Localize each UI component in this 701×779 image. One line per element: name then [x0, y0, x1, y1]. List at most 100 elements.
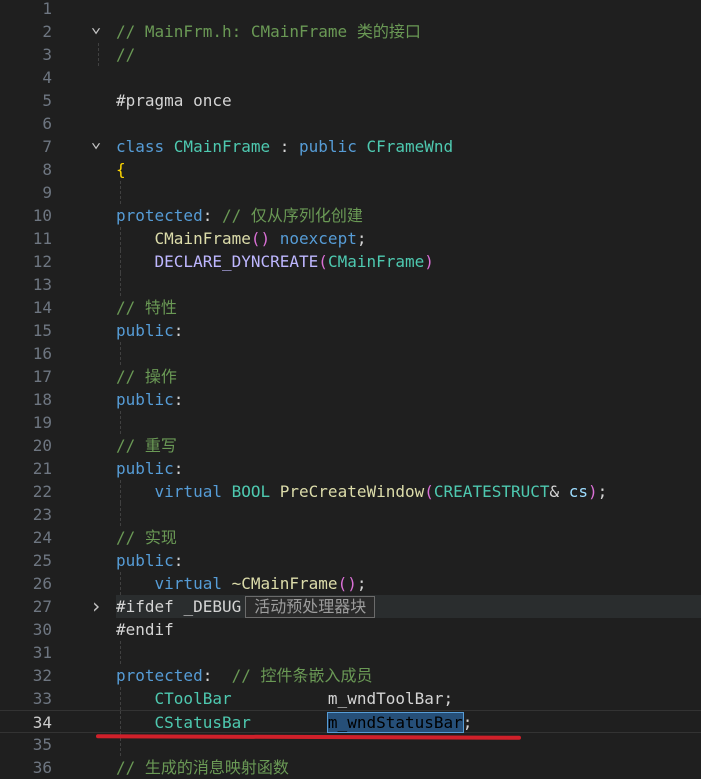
- code-line-3[interactable]: 3 //: [0, 43, 701, 66]
- token: ;: [356, 229, 367, 248]
- line-number: 12: [32, 252, 52, 271]
- code-line-21[interactable]: 21 public:: [0, 457, 701, 480]
- token: #pragma once: [116, 91, 232, 110]
- code-line-13[interactable]: 13: [0, 273, 701, 296]
- code-line-14[interactable]: 14 // 特性: [0, 296, 701, 319]
- code-line-31[interactable]: 31: [0, 641, 701, 664]
- token: // 特性: [116, 298, 177, 317]
- code-line-16[interactable]: 16: [0, 342, 701, 365]
- token: ;: [356, 574, 367, 593]
- code-line-11[interactable]: 11 CMainFrame() noexcept;: [0, 227, 701, 250]
- code-line-30[interactable]: 30 #endif: [0, 618, 701, 641]
- code-line-6[interactable]: 6: [0, 112, 701, 135]
- fold-collapsed-icon[interactable]: ›: [88, 595, 104, 617]
- code-line-25[interactable]: 25 public:: [0, 549, 701, 572]
- token: // MainFrm.h: CMainFrame 类的接口: [116, 22, 421, 41]
- code-line-36[interactable]: 36 // 生成的消息映射函数: [0, 756, 701, 779]
- token: (): [250, 229, 271, 248]
- token: CREATESTRUCT: [433, 482, 550, 501]
- token: PreCreateWindow: [279, 482, 425, 501]
- token: virtual: [154, 482, 232, 501]
- code-line-8[interactable]: 8{: [0, 158, 701, 181]
- indent-guide: [120, 342, 121, 365]
- folded-region-hint[interactable]: 活动预处理器块: [245, 596, 376, 618]
- line-number: 4: [42, 68, 52, 87]
- token: CMainFrame: [154, 229, 251, 248]
- token: :: [270, 137, 300, 156]
- line-number: 35: [32, 735, 52, 754]
- code-line-26[interactable]: 26 virtual ~CMainFrame();: [0, 572, 701, 595]
- code-text: {: [116, 158, 126, 181]
- code-line-22[interactable]: 22 virtual BOOL PreCreateWindow(CREATEST…: [0, 480, 701, 503]
- token: ;: [597, 482, 608, 501]
- code-line-9[interactable]: 9: [0, 181, 701, 204]
- token: DECLARE_DYNCREATE: [154, 252, 319, 271]
- token: // 控件条嵌入成员: [231, 666, 373, 685]
- code-text: // 操作: [116, 365, 177, 388]
- line-number: 32: [32, 666, 52, 685]
- token: virtual: [154, 574, 232, 593]
- code-line-5[interactable]: 5 #pragma once: [0, 89, 701, 112]
- line-number: 21: [32, 459, 52, 478]
- code-text: CMainFrame() noexcept;: [116, 227, 367, 250]
- line-number: 7: [42, 137, 52, 156]
- code-line-24[interactable]: 24 // 实现: [0, 526, 701, 549]
- code-line-10[interactable]: 10 protected: // 仅从序列化创建: [0, 204, 701, 227]
- indent-guide: [120, 181, 121, 204]
- token: // 操作: [116, 367, 177, 386]
- token: ~CMainFrame: [231, 574, 338, 593]
- line-number: 16: [32, 344, 52, 363]
- code-line-19[interactable]: 19: [0, 411, 701, 434]
- code-text: virtual ~CMainFrame();: [116, 572, 367, 595]
- code-text: // 重写: [116, 434, 177, 457]
- token: #ifdef: [116, 597, 184, 616]
- code-line-7[interactable]: 7 ⌄ class CMainFrame : public CFrameWnd: [0, 133, 701, 158]
- indent-guide: [98, 43, 99, 66]
- code-text: public:: [116, 388, 183, 411]
- code-line-27[interactable]: 27 › #ifdef _DEBUG 活动预处理器块: [0, 595, 701, 618]
- code-text: // 生成的消息映射函数: [116, 756, 289, 779]
- code-line-34[interactable]: 34 CStatusBar m_wndStatusBar;: [0, 710, 701, 734]
- code-line-32[interactable]: 32 protected: // 控件条嵌入成员: [0, 664, 701, 687]
- token: public: [116, 390, 174, 409]
- token: noexcept: [279, 229, 357, 248]
- token: (: [318, 252, 328, 271]
- line-number: 25: [32, 551, 52, 570]
- token: (): [337, 574, 357, 593]
- code-line-23[interactable]: 23: [0, 503, 701, 526]
- token: :: [173, 551, 184, 570]
- token: cs: [568, 482, 589, 501]
- line-number: 8: [42, 160, 52, 179]
- line-number: 33: [32, 689, 52, 708]
- selected-token: m_wndStatusBar: [326, 712, 464, 733]
- code-text: class CMainFrame : public CFrameWnd: [116, 135, 453, 158]
- code-text: public:: [116, 319, 183, 342]
- code-line-33[interactable]: 33 CToolBar m_wndToolBar;: [0, 687, 701, 710]
- code-line-1[interactable]: 1: [0, 0, 701, 20]
- code-editor[interactable]: 1 2 ⌄ // MainFrm.h: CMainFrame 类的接口 3// 4 5 #pr…: [0, 0, 701, 777]
- code-line-18[interactable]: 18 public:: [0, 388, 701, 411]
- token: CToolBar: [154, 689, 232, 708]
- token: (: [424, 482, 434, 501]
- code-line-20[interactable]: 20 // 重写: [0, 434, 701, 457]
- token: :: [202, 206, 222, 225]
- code-text: #endif: [116, 618, 174, 641]
- fold-expanded-icon[interactable]: ⌄: [88, 133, 104, 151]
- code-line-2[interactable]: 2 ⌄ // MainFrm.h: CMainFrame 类的接口: [0, 18, 701, 43]
- code-line-15[interactable]: 15 public:: [0, 319, 701, 342]
- token: :: [173, 321, 184, 340]
- code-text: CToolBar m_wndToolBar;: [116, 687, 454, 710]
- line-number: 5: [42, 91, 52, 110]
- line-number: 13: [32, 275, 52, 294]
- code-line-12[interactable]: 12 DECLARE_DYNCREATE(CMainFrame): [0, 250, 701, 273]
- fold-expanded-icon[interactable]: ⌄: [88, 18, 104, 36]
- token: public: [299, 137, 367, 156]
- token: CFrameWnd: [366, 137, 454, 156]
- line-number: 14: [32, 298, 52, 317]
- code-line-17[interactable]: 17 // 操作: [0, 365, 701, 388]
- code-line-4[interactable]: 4: [0, 66, 701, 89]
